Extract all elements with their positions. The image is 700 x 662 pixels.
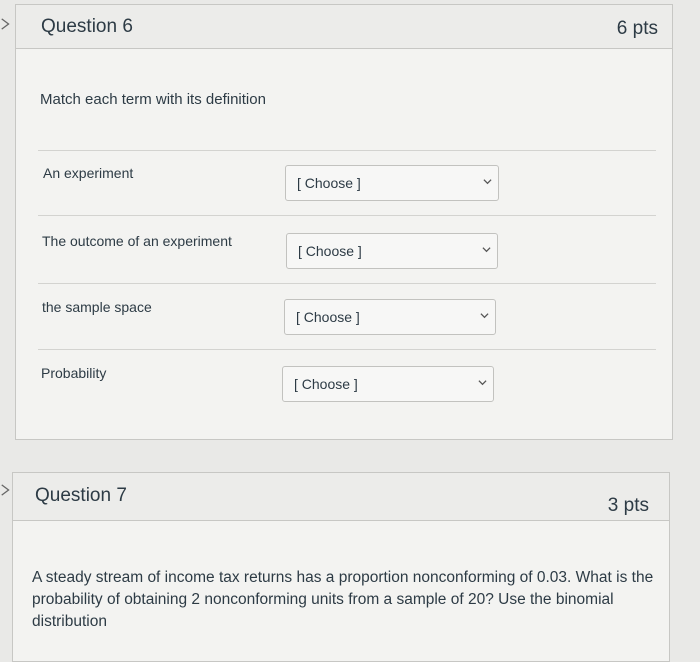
question-text: A steady stream of income tax returns ha… xyxy=(32,569,654,630)
question-7-header: Question 7 3 pts xyxy=(13,473,669,521)
row-divider xyxy=(38,150,656,151)
term-probability: Probability xyxy=(41,365,107,381)
select-value: [ Choose ] xyxy=(294,376,358,392)
question-points: 6 pts xyxy=(616,18,658,39)
question-points: 3 pts xyxy=(607,495,649,516)
question-6-card: Question 6 6 pts Match each term with it… xyxy=(15,4,673,440)
chevron-down-icon xyxy=(480,313,489,319)
select-value: [ Choose ] xyxy=(298,243,362,259)
definition-select-2[interactable]: [ Choose ] xyxy=(286,233,498,269)
term-sample-space: the sample space xyxy=(42,299,152,315)
row-divider xyxy=(38,283,656,284)
question-6-header: Question 6 6 pts xyxy=(16,5,672,49)
select-value: [ Choose ] xyxy=(297,175,361,191)
row-divider xyxy=(38,349,656,350)
definition-select-3[interactable]: [ Choose ] xyxy=(284,299,496,335)
chevron-down-icon xyxy=(483,179,492,185)
question-prompt: Match each term with its definition xyxy=(40,91,266,108)
term-outcome-of-experiment: The outcome of an experiment xyxy=(42,233,232,249)
row-divider xyxy=(38,215,656,216)
definition-select-1[interactable]: [ Choose ] xyxy=(285,165,499,201)
question-title: Question 7 xyxy=(35,485,127,506)
chevron-down-icon xyxy=(482,247,491,253)
definition-select-4[interactable]: [ Choose ] xyxy=(282,366,494,402)
chevron-down-icon xyxy=(478,380,487,386)
select-value: [ Choose ] xyxy=(296,309,360,325)
term-an-experiment: An experiment xyxy=(43,165,134,181)
question-title: Question 6 xyxy=(41,16,133,37)
chevron-right-icon[interactable] xyxy=(0,484,12,496)
chevron-right-icon[interactable] xyxy=(0,18,12,30)
